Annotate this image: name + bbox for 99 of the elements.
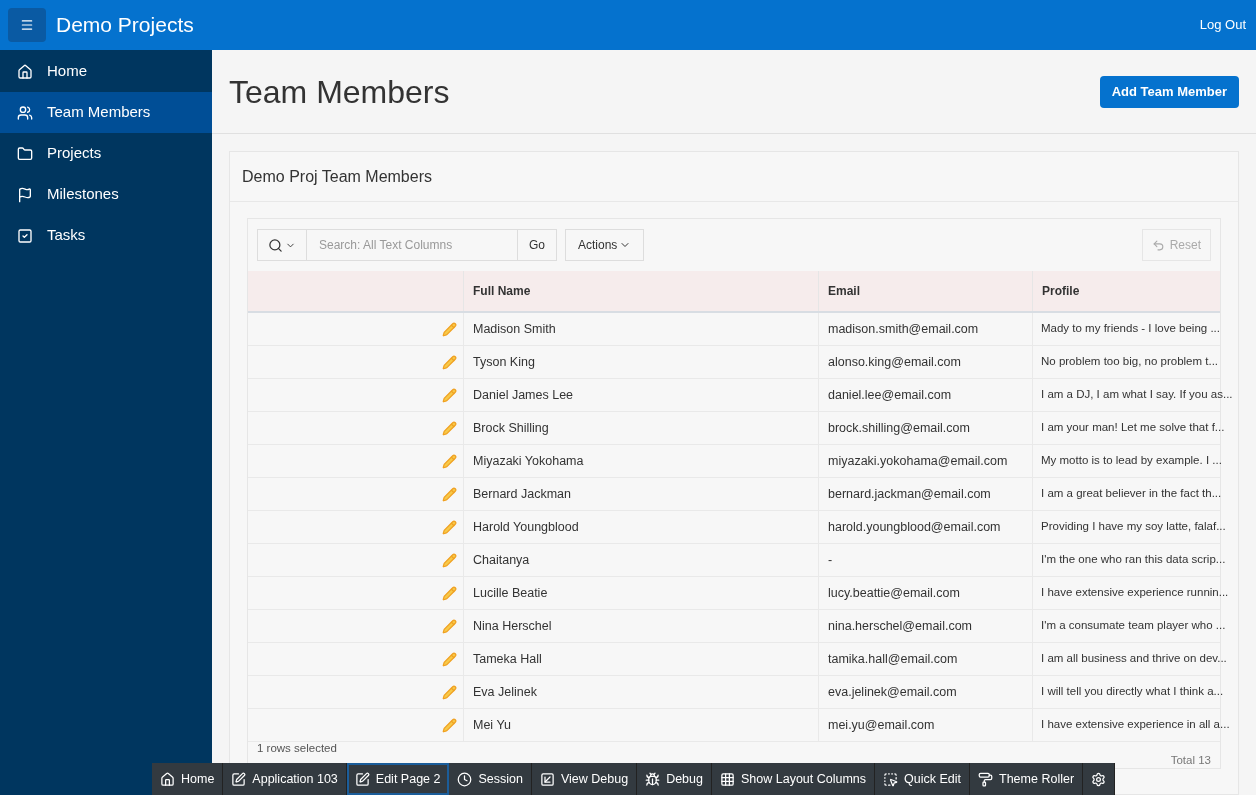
table-cell: madison.smith@email.com: [818, 313, 1032, 345]
column-header[interactable]: Email: [818, 271, 1032, 311]
table-cell: I have extensive experience in all a...: [1032, 709, 1238, 741]
users-icon: [17, 104, 33, 121]
clock-icon: [457, 771, 473, 787]
table-cell: miyazaki.yokohama@email.com: [818, 445, 1032, 477]
toolbar-button[interactable]: Quick Edit: [875, 763, 971, 795]
edit-pencil-icon[interactable]: [442, 321, 457, 337]
toolbar-button[interactable]: View Debug: [531, 763, 638, 795]
table-cell: nina.herschel@email.com: [818, 610, 1032, 642]
sidebar-item[interactable]: Home: [0, 51, 212, 92]
edit-pencil-icon[interactable]: [442, 387, 457, 403]
search-icon: [268, 237, 283, 253]
sidebar-item[interactable]: Tasks: [0, 215, 212, 256]
table-cell: Eva Jelinek: [463, 676, 818, 708]
bug-icon: [645, 771, 661, 787]
toolbar-button[interactable]: Show Layout Columns: [712, 763, 876, 795]
menu-button[interactable]: [8, 8, 46, 42]
table-cell: I have extensive experience runnin...: [1032, 577, 1237, 609]
go-button[interactable]: Go: [517, 229, 557, 261]
edit-pencil-icon[interactable]: [442, 486, 457, 502]
table-cell: I will tell you directly what I think a...: [1032, 676, 1232, 708]
actions-button[interactable]: Actions: [565, 229, 645, 261]
table-cell: I am a great believer in the fact th...: [1032, 478, 1230, 510]
edit-pencil-icon[interactable]: [442, 618, 457, 634]
table-cell: Mei Yu: [463, 709, 818, 741]
table-cell: Mady to my friends - I love being ...: [1032, 313, 1228, 345]
column-header[interactable]: Full Name: [463, 271, 818, 311]
table-cell: No problem too big, no problem t...: [1032, 346, 1227, 378]
table-cell: I am your man! Let me solve that f...: [1032, 412, 1233, 444]
home-icon: [17, 63, 33, 80]
table-cell: Lucille Beatie: [463, 577, 818, 609]
search-field[interactable]: Search: All Text Columns: [307, 229, 517, 261]
sidebar-item[interactable]: Milestones: [0, 174, 212, 215]
app-title: Demo Projects: [56, 12, 194, 39]
total-count: Total 13: [1170, 753, 1211, 768]
table-cell: My motto is to lead by example. I ...: [1032, 445, 1230, 477]
table-cell: Harold Youngblood: [463, 511, 818, 543]
toolbar-button[interactable]: Home: [152, 763, 224, 795]
column-header[interactable]: Profile: [1032, 271, 1220, 311]
table-cell: mei.yu@email.com: [818, 709, 1032, 741]
table-cell: I'm the one who ran this data scrip...: [1032, 544, 1234, 576]
toolbar-button[interactable]: Application 103: [223, 763, 347, 795]
edit-pencil-icon[interactable]: [442, 552, 457, 568]
edit-icon: [354, 771, 370, 787]
toolbar-button[interactable]: Debug: [637, 763, 712, 795]
table-cell: Tyson King: [463, 346, 818, 378]
toolbar-button[interactable]: Edit Page 2: [346, 763, 450, 795]
table-cell: eva.jelinek@email.com: [818, 676, 1032, 708]
table-cell: alonso.king@email.com: [818, 346, 1032, 378]
grid-icon: [720, 771, 735, 787]
table-cell: Brock Shilling: [463, 412, 818, 444]
logout-link[interactable]: Log Out: [1199, 15, 1248, 35]
flag-icon: [17, 186, 33, 203]
table-cell: Miyazaki Yokohama: [463, 445, 818, 477]
table-cell: I am a DJ, I am what I say. If you as...: [1032, 379, 1241, 411]
table-cell: brock.shilling@email.com: [818, 412, 1032, 444]
table-cell: tamika.hall@email.com: [818, 643, 1032, 675]
edit-pencil-icon[interactable]: [442, 717, 457, 733]
table-cell: -: [818, 544, 1032, 576]
selection-count: 1 rows selected: [257, 742, 337, 754]
table-cell: I am all business and thrive on dev...: [1032, 643, 1235, 675]
folder-icon: [17, 145, 33, 162]
sidebar-item[interactable]: Projects: [0, 133, 212, 174]
edit-pencil-icon[interactable]: [442, 519, 457, 535]
table-cell: Providing I have my soy latte, falaf...: [1032, 511, 1234, 543]
arrow-box-icon: [539, 771, 555, 787]
report-title: Demo Proj Team Members: [242, 166, 432, 187]
table-cell: daniel.lee@email.com: [818, 379, 1032, 411]
table-cell: Chaitanya: [463, 544, 818, 576]
toolbar-button[interactable]: Theme Roller: [970, 763, 1084, 795]
cursor-icon: [883, 771, 899, 787]
edit-pencil-icon[interactable]: [442, 585, 457, 601]
paint-roller-icon: [978, 771, 994, 787]
checkbox-icon: [17, 227, 33, 244]
sidebar-item[interactable]: Team Members: [0, 92, 212, 133]
table-cell: harold.youngblood@email.com: [818, 511, 1032, 543]
table-cell: Tameka Hall: [463, 643, 818, 675]
search-options-button[interactable]: [257, 229, 307, 261]
page-title: Team Members: [229, 72, 451, 112]
table-cell: Bernard Jackman: [463, 478, 818, 510]
table-cell: lucy.beattie@email.com: [818, 577, 1032, 609]
edit-icon: [231, 771, 247, 787]
table-cell: Nina Herschel: [463, 610, 818, 642]
table-cell: Daniel James Lee: [463, 379, 818, 411]
table-cell: I'm a consumate team player who ...: [1032, 610, 1234, 642]
table-cell: bernard.jackman@email.com: [818, 478, 1032, 510]
edit-pencil-icon[interactable]: [442, 453, 457, 469]
edit-pencil-icon[interactable]: [442, 684, 457, 700]
edit-pencil-icon[interactable]: [442, 420, 457, 436]
edit-pencil-icon[interactable]: [442, 651, 457, 667]
edit-pencil-icon[interactable]: [442, 354, 457, 370]
home-icon: [160, 771, 175, 787]
toolbar-button[interactable]: Session: [449, 763, 532, 795]
menu-icon: [20, 18, 34, 32]
table-cell: Madison Smith: [463, 313, 818, 345]
add-team-member-button[interactable]: Add Team Member: [1099, 75, 1239, 108]
settings-icon: [1091, 771, 1107, 787]
reset-icon: [1151, 238, 1165, 252]
